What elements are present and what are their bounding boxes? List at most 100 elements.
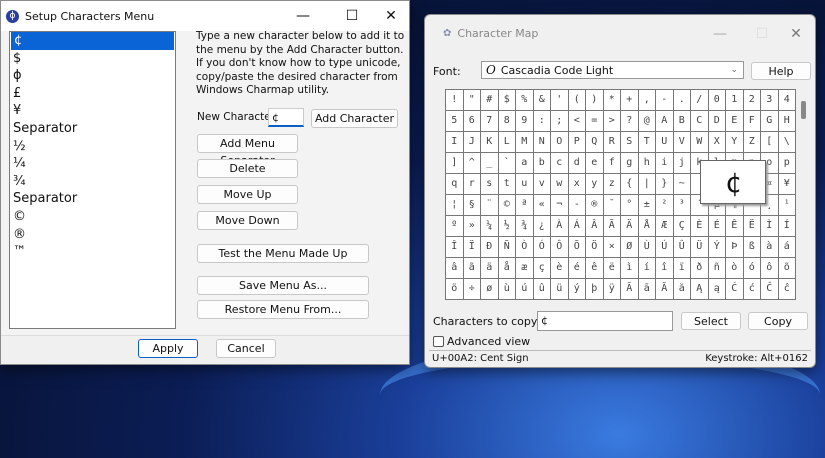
list-item[interactable]: ™ [10, 243, 175, 261]
character-cell[interactable]: û [533, 279, 551, 300]
character-cell[interactable]: " [463, 90, 481, 111]
character-cell[interactable]: ä [481, 258, 499, 279]
add-character-button[interactable]: Add Character [311, 109, 398, 128]
character-cell[interactable]: é [568, 258, 586, 279]
list-item[interactable]: © [10, 208, 175, 226]
character-cell[interactable]: O [551, 132, 569, 153]
character-cell[interactable]: Ö [586, 237, 604, 258]
character-cell[interactable]: t [498, 174, 516, 195]
checkbox-box[interactable] [433, 336, 444, 347]
character-cell[interactable]: ? [621, 111, 639, 132]
advanced-view-checkbox[interactable]: Advanced view [433, 335, 530, 348]
character-cell[interactable]: å [498, 258, 516, 279]
character-cell[interactable]: ö [446, 279, 464, 300]
character-cell[interactable]: + [621, 90, 639, 111]
character-cell[interactable]: Ã [603, 216, 621, 237]
character-cell[interactable]: z [603, 174, 621, 195]
character-cell[interactable]: \ [778, 132, 796, 153]
character-cell[interactable]: Z [743, 132, 761, 153]
character-cell[interactable]: < [568, 111, 586, 132]
character-cell[interactable]: ) [586, 90, 604, 111]
character-cell[interactable]: Æ [656, 216, 674, 237]
character-cell[interactable]: Ñ [498, 237, 516, 258]
character-cell[interactable]: ~ [673, 174, 691, 195]
character-cell[interactable]: [ [761, 132, 779, 153]
character-cell[interactable]: U [656, 132, 674, 153]
character-cell[interactable]: b [533, 153, 551, 174]
character-cell[interactable]: Ï [463, 237, 481, 258]
character-cell[interactable]: K [481, 132, 499, 153]
maximize-button[interactable]: ☐ [335, 5, 369, 27]
character-cell[interactable]: y [586, 174, 604, 195]
character-cell[interactable]: Ú [656, 237, 674, 258]
list-item[interactable]: Separator [10, 190, 175, 208]
list-item[interactable]: Separator [10, 120, 175, 138]
list-item[interactable]: ¼ [10, 155, 175, 173]
character-cell[interactable]: ý [568, 279, 586, 300]
character-cell[interactable]: / [691, 90, 709, 111]
list-item[interactable]: ® [10, 226, 175, 244]
character-cell[interactable]: = [586, 111, 604, 132]
character-cell[interactable]: - [656, 90, 674, 111]
character-cell[interactable]: ë [603, 258, 621, 279]
character-cell[interactable]: ñ [708, 258, 726, 279]
character-cell[interactable]: Í [778, 216, 796, 237]
list-item[interactable]: ϕ [10, 67, 175, 85]
character-cell[interactable]: s [481, 174, 499, 195]
character-cell[interactable]: ¾ [516, 216, 534, 237]
character-cell[interactable]: Ç [673, 216, 691, 237]
delete-button[interactable]: Delete [197, 159, 298, 178]
character-cell[interactable]: c [551, 153, 569, 174]
character-cell[interactable]: & [533, 90, 551, 111]
character-cell[interactable]: × [603, 237, 621, 258]
character-cell[interactable]: ` [498, 153, 516, 174]
character-cell[interactable]: R [603, 132, 621, 153]
character-cell[interactable]: G [761, 111, 779, 132]
characters-to-copy-input[interactable]: ¢ [537, 311, 673, 331]
character-cell[interactable]: > [603, 111, 621, 132]
character-cell[interactable]: | [638, 174, 656, 195]
character-cell[interactable]: 4 [778, 90, 796, 111]
character-cell[interactable]: C [691, 111, 709, 132]
character-cell[interactable]: . [673, 90, 691, 111]
character-cell[interactable]: ¹ [778, 195, 796, 216]
new-character-input[interactable]: ¢ [268, 108, 304, 127]
character-cell[interactable]: Ô [551, 237, 569, 258]
character-cell[interactable]: 2 [743, 90, 761, 111]
character-cell[interactable]: à [761, 237, 779, 258]
character-cell[interactable]: Î [446, 237, 464, 258]
select-button[interactable]: Select [681, 312, 741, 330]
character-cell[interactable]: d [568, 153, 586, 174]
character-cell[interactable]: ç [533, 258, 551, 279]
character-cell[interactable]: } [656, 174, 674, 195]
character-cell[interactable]: ¼ [481, 216, 499, 237]
character-cell[interactable]: ¬ [551, 195, 569, 216]
character-cell[interactable]: h [638, 153, 656, 174]
character-cell[interactable]: L [498, 132, 516, 153]
character-cell[interactable]: ü [551, 279, 569, 300]
character-cell[interactable]: É [708, 216, 726, 237]
character-cell[interactable]: 7 [481, 111, 499, 132]
character-cell[interactable]: ¨ [481, 195, 499, 216]
character-cell[interactable]: P [568, 132, 586, 153]
character-cell[interactable]: N [533, 132, 551, 153]
character-cell[interactable]: « [533, 195, 551, 216]
character-cell[interactable]: 3 [761, 90, 779, 111]
character-cell[interactable]: Ă [656, 279, 674, 300]
character-cell[interactable]: 1 [726, 90, 744, 111]
character-cell[interactable]: a [516, 153, 534, 174]
character-cell[interactable]: I [446, 132, 464, 153]
character-cell[interactable]: ° [621, 195, 639, 216]
character-cell[interactable]: æ [516, 258, 534, 279]
character-cell[interactable]: ð [691, 258, 709, 279]
character-cell[interactable]: ^ [463, 153, 481, 174]
character-cell[interactable]: X [708, 132, 726, 153]
character-cell[interactable]: ¥ [778, 174, 796, 195]
character-cell[interactable]: ³ [673, 195, 691, 216]
character-cell[interactable]: È [691, 216, 709, 237]
character-cell[interactable]: Ê [726, 216, 744, 237]
character-cell[interactable]: ĉ [778, 279, 796, 300]
list-item[interactable]: ¥ [10, 102, 175, 120]
character-cell[interactable]: D [708, 111, 726, 132]
test-menu-button[interactable]: Test the Menu Made Up [197, 244, 369, 263]
